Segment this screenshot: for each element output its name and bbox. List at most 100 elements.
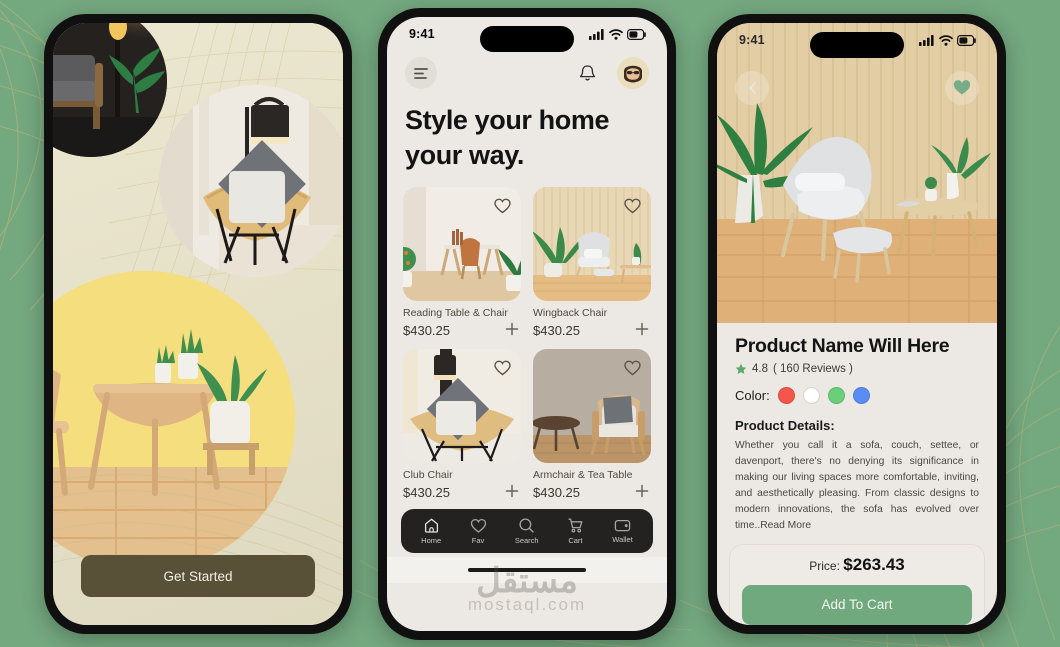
add-to-cart-icon-button[interactable] (633, 321, 651, 339)
menu-lines-icon (414, 67, 428, 79)
product-rating: 4.8 ( 160 Reviews ) (735, 363, 979, 375)
details-heading: Product Details: (735, 418, 835, 433)
phone-onboarding: Get Started (44, 14, 352, 634)
dynamic-island (810, 32, 904, 58)
price-label: Price: (809, 558, 840, 573)
color-selector: Color: (735, 387, 979, 404)
product-meta-row: $430.25 (403, 483, 521, 501)
bell-icon (579, 64, 595, 80)
heart-filled-icon (953, 80, 971, 95)
get-started-button[interactable]: Get Started (81, 555, 315, 597)
tab-label: Fav (471, 535, 485, 545)
product-card[interactable]: Wingback Chair $430.25 (533, 187, 651, 339)
favorite-button[interactable] (621, 195, 643, 217)
tab-search[interactable]: Search (515, 517, 539, 545)
product-price: $430.25 (403, 484, 450, 500)
product-name: Reading Table & Chair (403, 307, 508, 320)
notifications-button[interactable] (571, 57, 603, 89)
star-icon (735, 363, 747, 374)
heart-outline-icon (623, 198, 641, 214)
page-title-line2: your way. (405, 140, 524, 171)
cellular-signal-icon (589, 28, 604, 40)
heart-outline-icon (493, 360, 511, 376)
add-to-cart-icon-button[interactable] (503, 483, 521, 501)
app-header (387, 51, 667, 89)
color-label: Color: (735, 388, 770, 403)
tab-label: Wallet (612, 535, 633, 545)
cart-icon (568, 518, 583, 533)
wallet-icon (614, 520, 631, 532)
product-image-club-chair (403, 349, 521, 464)
product-price: $430.25 (403, 322, 450, 338)
hero-image-woven-chair (159, 85, 343, 277)
battery-icon (957, 34, 976, 46)
product-price: $430.25 (533, 484, 580, 500)
back-button[interactable] (735, 71, 769, 105)
product-image-reading-table (403, 187, 521, 302)
product-grid: Reading Table & Chair $430.25 Wingback C… (403, 187, 651, 501)
battery-icon (627, 28, 646, 40)
product-name: Club Chair (403, 469, 453, 482)
heart-icon (470, 518, 486, 533)
page-title-line1: Style your home (405, 105, 610, 135)
favorite-button[interactable] (621, 357, 643, 379)
menu-button[interactable] (405, 57, 437, 89)
plus-icon (635, 484, 649, 498)
product-meta-row: $430.25 (403, 321, 521, 339)
product-card[interactable]: Reading Table & Chair $430.25 (403, 187, 521, 339)
product-card[interactable]: Armchair & Tea Table $430.25 (533, 349, 651, 501)
product-hero-image: 9:41 (717, 23, 997, 323)
tab-home[interactable]: Home (421, 517, 441, 545)
phone1-screen: Get Started (53, 23, 343, 625)
details-body: Whether you call it a sofa, couch, sette… (735, 440, 979, 531)
read-more-link[interactable]: Read More (760, 520, 811, 531)
avatar-face-icon (617, 57, 649, 89)
color-swatch-red[interactable] (777, 387, 795, 404)
tab-wallet[interactable]: Wallet (612, 518, 633, 544)
plus-icon (505, 484, 519, 498)
add-to-cart-icon-button[interactable] (633, 483, 651, 501)
price-row: Price: $263.43 (742, 555, 972, 575)
tab-label: Search (514, 536, 539, 546)
product-card[interactable]: Club Chair $430.25 (403, 349, 521, 501)
header-actions (571, 57, 649, 89)
product-info: Product Name Will Here 4.8 ( 160 Reviews… (717, 323, 997, 534)
color-swatch-blue[interactable] (852, 387, 870, 404)
page-title: Style your home your way. (405, 103, 649, 173)
product-image-wingback-chair (533, 187, 651, 302)
watermark-latin: mostaql.com (467, 595, 587, 614)
details-text: Whether you call it a sofa, couch, sette… (735, 438, 979, 534)
screenshot-stage: Get Started 9:41 Style your home your wa… (0, 0, 1060, 647)
phone1-wave-footer (53, 474, 343, 608)
product-meta-row: $430.25 (533, 321, 651, 339)
phone-product-detail: 9:41 Product Name Will Here 4.8 (160 Re… (708, 14, 1006, 634)
dynamic-island (480, 26, 574, 52)
home-indicator[interactable] (468, 568, 586, 573)
tab-label: Home (421, 536, 442, 546)
color-swatch-white[interactable] (802, 387, 820, 404)
phone-home: 9:41 Style your home your way. Reading T… (378, 8, 676, 640)
add-to-cart-button[interactable]: Add To Cart (742, 584, 972, 625)
favorite-button[interactable] (491, 357, 513, 379)
favorite-button[interactable] (945, 71, 979, 105)
product-title: Product Name Will Here (735, 335, 950, 357)
add-to-cart-icon-button[interactable] (503, 321, 521, 339)
heart-outline-icon (623, 360, 641, 376)
hero-overlay-actions (717, 71, 997, 105)
home-indicator-area (387, 557, 667, 584)
tab-fav[interactable]: Fav (470, 518, 487, 545)
tab-cart[interactable]: Cart (567, 517, 584, 545)
cellular-signal-icon (919, 34, 934, 46)
product-image-armchair-tea-table (533, 349, 651, 464)
status-time: 9:41 (739, 33, 765, 47)
user-avatar[interactable] (617, 57, 649, 89)
product-name: Armchair & Tea Table (533, 469, 633, 482)
heart-outline-icon (493, 198, 511, 214)
product-price: $430.25 (533, 322, 580, 338)
wifi-icon (939, 34, 953, 46)
rating-value: 4.8 (752, 363, 768, 375)
phone2-screen: 9:41 Style your home your way. Reading T… (387, 17, 667, 631)
favorite-button[interactable] (491, 195, 513, 217)
price-value: $263.43 (843, 554, 905, 574)
color-swatch-green[interactable] (827, 387, 845, 404)
